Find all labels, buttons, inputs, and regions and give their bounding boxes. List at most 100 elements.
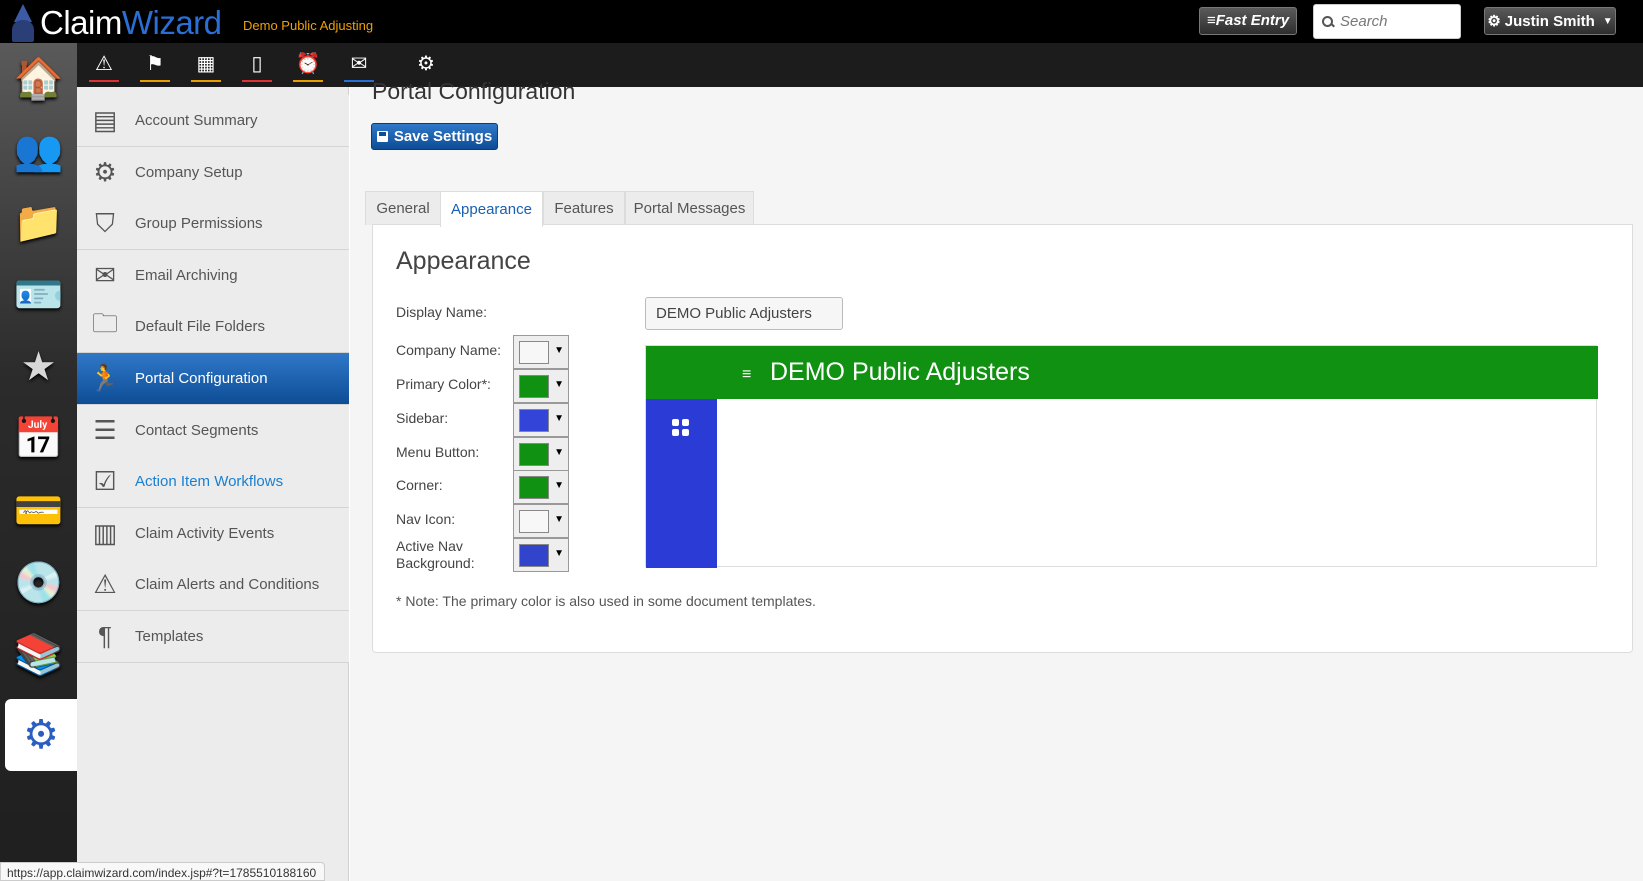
tab-portal-messages[interactable]: Portal Messages	[625, 191, 754, 225]
side-menu-item[interactable]: ¶ Templates	[77, 611, 349, 663]
color-picker[interactable]: ▼	[513, 403, 569, 437]
side-menu-label: Email Archiving	[135, 266, 238, 284]
toolbar-underline	[140, 80, 170, 82]
rail-item-calendar[interactable]: 📅	[0, 403, 77, 475]
dropdown-arrow-icon: ▼	[554, 379, 564, 390]
home-icon: 🏠	[13, 57, 64, 101]
side-menu-item[interactable]: ✉ Email Archiving	[77, 249, 349, 302]
company-setup-icon: ⚙	[93, 156, 117, 187]
save-settings-label: Save Settings	[393, 128, 493, 145]
display-name-input[interactable]	[645, 297, 843, 330]
credit-card-icon: 💳	[13, 489, 64, 533]
tab-features[interactable]: Features	[543, 191, 625, 225]
rail-item-disk[interactable]: 💿	[0, 547, 77, 619]
side-menu-label: Templates	[135, 628, 204, 645]
side-menu-label: Default File Folders	[135, 318, 266, 336]
quick-toolbar: ⚠ ⚑ ▦ ▯ ⏰ ✉ ⚙	[77, 43, 1643, 87]
dropdown-arrow-icon: ▼	[554, 514, 564, 525]
portal-icon: 🏃	[88, 363, 122, 393]
side-menu-item[interactable]: ⚠ Claim Alerts and Conditions	[77, 559, 349, 612]
color-setting-row: Corner: ▼	[396, 470, 586, 504]
gear-icon: ⚙	[417, 53, 435, 75]
warning-icon: ⚠	[93, 569, 117, 600]
side-menu-label: Company Setup	[135, 163, 243, 181]
flag-toolbar-button[interactable]: ⚑	[137, 50, 173, 82]
chevron-down-icon: ▼	[1602, 15, 1613, 27]
dropdown-arrow-icon: ▼	[554, 345, 564, 356]
rail-item-books[interactable]: 📚	[0, 619, 77, 691]
dropdown-arrow-icon: ▼	[554, 480, 564, 491]
top-bar: ClaimWizard Demo Public Adjusting ≡Fast …	[0, 0, 1643, 43]
claimwizard-logo[interactable]: ClaimWizard	[8, 2, 222, 42]
gear-toolbar-button[interactable]: ⚙	[408, 50, 444, 80]
alarm-toolbar-button[interactable]: ⏰	[290, 50, 326, 82]
logo-text-wizard: Wizard	[121, 4, 222, 41]
alert-toolbar-button[interactable]: ⚠	[86, 50, 122, 82]
settings-side-menu: ▤ Account Summary ⚙ Company Setup ⛉ Group Per…	[77, 87, 349, 881]
tab-general[interactable]: General	[365, 191, 441, 225]
side-menu-label: Portal Configuration	[135, 370, 268, 387]
settings-gears-icon: ⚙	[23, 713, 59, 757]
portal-preview: ≡ DEMO Public Adjusters	[645, 345, 1598, 568]
gear-icon: ⚙	[1487, 13, 1501, 30]
color-picker[interactable]: ▼	[513, 369, 569, 403]
color-picker[interactable]: ▼	[513, 437, 569, 471]
color-swatch	[519, 544, 549, 567]
status-bar-url: https://app.claimwizard.com/index.jsp#?t…	[0, 862, 325, 881]
display-name-label: Display Name:	[396, 304, 488, 320]
user-menu-button[interactable]: ⚙ Justin Smith ▼	[1484, 7, 1616, 35]
color-picker[interactable]: ▼	[513, 335, 569, 369]
color-swatch	[519, 476, 549, 499]
color-setting-label: Corner:	[396, 477, 443, 493]
document-toolbar-button[interactable]: ▯	[239, 50, 275, 82]
appearance-panel: Appearance Display Name: Company Name:▼P…	[372, 224, 1633, 653]
side-menu-item[interactable]: 🗀 Default File Folders	[77, 301, 349, 354]
side-menu-item[interactable]: ▤ Account Summary	[77, 95, 349, 147]
side-menu-item[interactable]: ☰ Contact Segments	[77, 404, 349, 457]
color-setting-row: Nav Icon: ▼	[396, 504, 586, 538]
color-swatch	[519, 510, 549, 533]
app-nav-rail: 🏠 👥 📁 🪪 ★ 📅 💳 💿 📚 ⚙	[0, 43, 77, 881]
preview-corner	[646, 346, 717, 399]
alarm-icon: ⏰	[295, 53, 321, 75]
id-card-icon: 🪪	[13, 273, 64, 317]
side-menu-label: Claim Activity Events	[135, 524, 275, 542]
rail-item-star[interactable]: ★	[0, 331, 77, 403]
color-picker[interactable]: ▼	[513, 504, 569, 538]
tab-appearance[interactable]: Appearance	[440, 191, 543, 227]
side-menu-item[interactable]: ⛉ Group Permissions	[77, 198, 349, 251]
side-menu-item[interactable]: ▥ Claim Activity Events	[77, 507, 349, 560]
toolbar-underline	[191, 80, 221, 82]
color-picker[interactable]: ▼	[513, 470, 569, 504]
account-summary-icon: ▤	[92, 105, 118, 135]
save-settings-button[interactable]: Save Settings	[371, 123, 498, 150]
rail-item-settings-gears[interactable]: ⚙	[5, 699, 77, 771]
rail-item-credit-card[interactable]: 💳	[0, 475, 77, 547]
calendar-small-toolbar-button[interactable]: ▦	[188, 50, 224, 82]
color-swatch	[519, 341, 549, 364]
fast-entry-button[interactable]: ≡Fast Entry	[1199, 7, 1297, 35]
color-setting-label: Primary Color*:	[396, 376, 491, 392]
checklist-icon: ☑	[93, 466, 117, 497]
search-box[interactable]	[1313, 4, 1461, 39]
color-setting-row: Primary Color*: ▼	[396, 369, 586, 403]
mail-toolbar-button[interactable]: ✉	[341, 50, 377, 82]
rail-item-folder[interactable]: 📁	[0, 187, 77, 259]
color-setting-label: Sidebar:	[396, 410, 449, 426]
wizard-logo-icon	[8, 2, 38, 42]
rail-item-id-card[interactable]: 🪪	[0, 259, 77, 331]
side-menu-item[interactable]: ⚙ Company Setup	[77, 146, 349, 199]
folder-icon: 📁	[13, 201, 64, 245]
contacts-icon: 👥	[13, 129, 64, 173]
preview-nav-grid-icon	[672, 419, 689, 436]
side-menu-label: Group Permissions	[135, 215, 263, 233]
color-picker[interactable]: ▼	[513, 538, 569, 572]
color-swatch	[519, 375, 549, 398]
color-setting-label: Active Nav Background:	[396, 538, 475, 571]
side-menu-item[interactable]: ☑ Action Item Workflows	[77, 456, 349, 509]
side-menu-item[interactable]: 🏃 Portal Configuration	[77, 353, 349, 405]
panel-title: Appearance	[396, 247, 531, 275]
search-input[interactable]	[1340, 13, 1450, 30]
rail-item-contacts[interactable]: 👥	[0, 115, 77, 187]
rail-item-home[interactable]: 🏠	[0, 43, 77, 115]
